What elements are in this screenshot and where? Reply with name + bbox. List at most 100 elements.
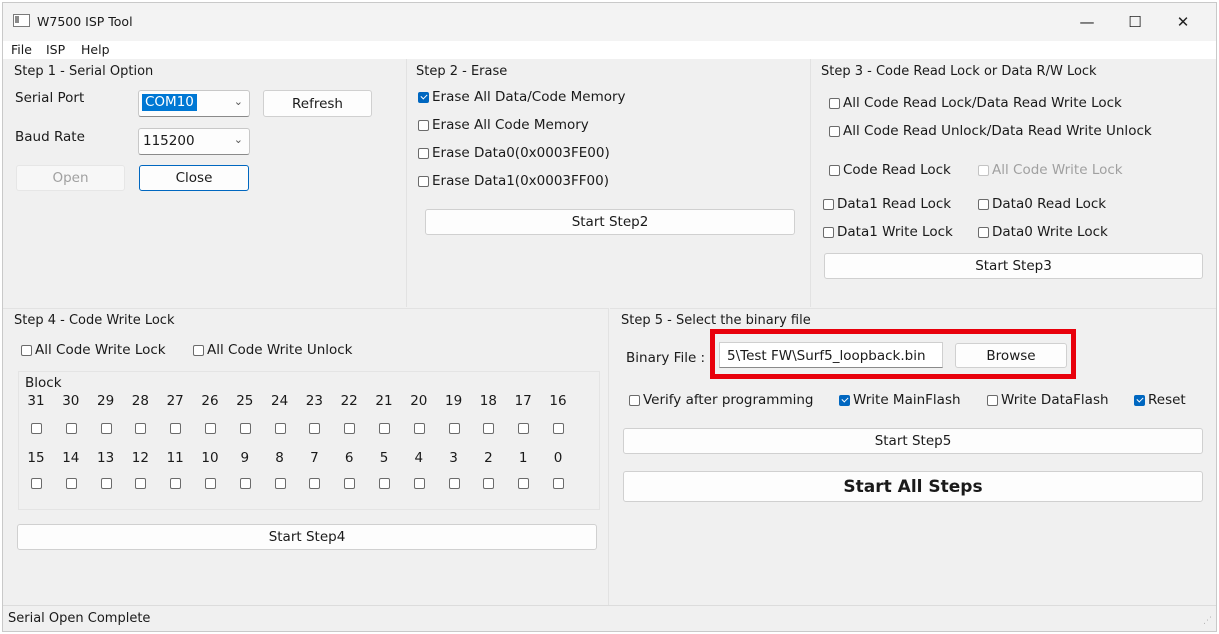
block-checkbox-14[interactable] — [65, 478, 77, 489]
data0-read-lock-checkbox[interactable]: Data0 Read Lock — [978, 196, 1106, 212]
data1-write-lock-checkbox[interactable]: Data1 Write Lock — [823, 224, 953, 240]
block-number-16: 16 — [549, 393, 567, 409]
title-bar: W7500 ISP Tool — ☐ ✕ — [3, 3, 1216, 41]
block-checkbox-11[interactable] — [170, 478, 182, 489]
close-window-button[interactable]: ✕ — [1160, 3, 1206, 41]
serial-port-select[interactable]: COM10 ⌄ — [138, 90, 250, 117]
verify-after-programming-checkbox[interactable]: Verify after programming — [629, 392, 813, 408]
code-read-lock-checkbox[interactable]: Code Read Lock — [829, 162, 951, 178]
block-number-22: 22 — [340, 393, 358, 409]
close-button[interactable]: Close — [139, 165, 249, 191]
checkbox-checked-icon — [1134, 394, 1145, 406]
block-checkbox-16[interactable] — [553, 423, 564, 434]
maximize-button[interactable]: ☐ — [1112, 3, 1158, 41]
all-code-write-unlock-checkbox[interactable]: All Code Write Unlock — [193, 342, 353, 358]
checkbox-label: Data1 Read Lock — [837, 196, 952, 212]
block-checkbox-19[interactable] — [448, 423, 460, 434]
block-number-3: 3 — [449, 450, 458, 466]
start-step3-button[interactable]: Start Step3 — [824, 253, 1203, 279]
erase-data1-checkbox[interactable]: Erase Data1(0x0003FF00) — [418, 173, 609, 189]
block-checkbox-28[interactable] — [135, 423, 147, 434]
step4-title: Step 4 - Code Write Lock — [14, 313, 175, 328]
all-read-unlock-checkbox[interactable]: All Code Read Unlock/Data Read Write Unl… — [829, 123, 1152, 139]
block-checkbox-30[interactable] — [65, 423, 77, 434]
block-number-5: 5 — [379, 450, 389, 466]
block-checkbox-15[interactable] — [31, 478, 42, 489]
block-checkbox-20[interactable] — [413, 423, 425, 434]
block-number-21: 21 — [375, 393, 393, 409]
block-checkbox-1[interactable] — [518, 478, 530, 489]
block-checkbox-29[interactable] — [100, 423, 112, 434]
block-checkbox-13[interactable] — [100, 478, 112, 489]
checkbox-label: Reset — [1148, 392, 1186, 408]
block-checkbox-3[interactable] — [448, 478, 460, 489]
reset-checkbox[interactable]: Reset — [1134, 392, 1186, 408]
checkbox-icon — [823, 226, 834, 238]
erase-all-data-code-checkbox[interactable]: Erase All Data/Code Memory — [418, 89, 626, 105]
write-mainflash-checkbox[interactable]: Write MainFlash — [839, 392, 961, 408]
block-number-27: 27 — [166, 393, 184, 409]
start-step4-button[interactable]: Start Step4 — [17, 524, 597, 550]
checkbox-label: All Code Read Unlock/Data Read Write Unl… — [843, 123, 1152, 139]
block-checkbox-4[interactable] — [413, 478, 425, 489]
all-read-lock-checkbox[interactable]: All Code Read Lock/Data Read Write Lock — [829, 95, 1122, 111]
block-checkbox-18[interactable] — [483, 423, 495, 434]
window-title: W7500 ISP Tool — [37, 14, 133, 29]
checkbox-icon — [829, 125, 840, 137]
block-number-9: 9 — [240, 450, 250, 466]
write-dataflash-checkbox[interactable]: Write DataFlash — [987, 392, 1109, 408]
block-checkbox-2[interactable] — [483, 478, 495, 489]
block-checkbox-22[interactable] — [344, 423, 356, 434]
step2-panel: Step 2 - Erase Erase All Data/Code Memor… — [408, 59, 811, 307]
app-icon — [13, 14, 30, 27]
data1-read-lock-checkbox[interactable]: Data1 Read Lock — [823, 196, 951, 212]
browse-button[interactable]: Browse — [955, 343, 1067, 368]
refresh-button[interactable]: Refresh — [263, 90, 372, 117]
checkbox-icon — [978, 198, 989, 210]
block-checkbox-31[interactable] — [31, 423, 42, 434]
checkbox-icon — [418, 119, 429, 131]
checkbox-icon — [829, 164, 840, 176]
checkbox-label: Data1 Write Lock — [837, 224, 953, 240]
block-number-2: 2 — [484, 450, 493, 466]
all-code-write-lock-checkbox[interactable]: All Code Write Lock — [21, 342, 166, 358]
block-checkbox-17[interactable] — [518, 423, 530, 434]
block-number-10: 10 — [201, 450, 219, 466]
block-checkbox-23[interactable] — [309, 423, 321, 434]
block-checkbox-5[interactable] — [379, 478, 390, 489]
open-button[interactable]: Open — [16, 165, 125, 191]
serial-port-value: COM10 — [142, 94, 197, 111]
baud-rate-select[interactable]: 115200 ⌄ — [138, 128, 250, 155]
step3-panel: Step 3 - Code Read Lock or Data R/W Lock… — [812, 59, 1216, 307]
block-checkbox-27[interactable] — [170, 423, 182, 434]
erase-data0-checkbox[interactable]: Erase Data0(0x0003FE00) — [418, 145, 610, 161]
menu-help[interactable]: Help — [81, 42, 110, 57]
chevron-down-icon: ⌄ — [233, 95, 243, 108]
block-checkbox-8[interactable] — [274, 478, 286, 489]
binary-file-input[interactable]: 5\Test FW\Surf5_loopback.bin — [719, 342, 943, 368]
block-checkbox-24[interactable] — [274, 423, 286, 434]
checkbox-label: Write MainFlash — [853, 392, 961, 408]
start-all-steps-button[interactable]: Start All Steps — [623, 471, 1203, 502]
block-group: Block 31 30 29 28 27 26 25 24 23 22 21 20 19 18 17 16 1… — [18, 371, 600, 510]
block-checkbox-0[interactable] — [553, 478, 564, 489]
block-checkbox-12[interactable] — [135, 478, 147, 489]
block-checkbox-21[interactable] — [379, 423, 390, 434]
block-checkbox-10[interactable] — [205, 478, 216, 489]
checkbox-label: Data0 Read Lock — [992, 196, 1107, 212]
block-number-7: 7 — [310, 450, 319, 466]
data0-write-lock-checkbox[interactable]: Data0 Write Lock — [978, 224, 1108, 240]
menu-isp[interactable]: ISP — [46, 42, 65, 57]
status-bar: Serial Open Complete ⋰ — [3, 605, 1216, 631]
minimize-button[interactable]: — — [1064, 3, 1110, 41]
block-checkbox-9[interactable] — [239, 478, 251, 489]
block-checkbox-26[interactable] — [205, 423, 216, 434]
start-step5-button[interactable]: Start Step5 — [623, 428, 1203, 454]
block-checkbox-25[interactable] — [239, 423, 251, 434]
block-checkbox-7[interactable] — [309, 478, 321, 489]
block-checkbox-6[interactable] — [344, 478, 356, 489]
checkbox-label: All Code Read Lock/Data Read Write Lock — [843, 95, 1122, 111]
menu-file[interactable]: File — [11, 42, 32, 57]
start-step2-button[interactable]: Start Step2 — [425, 209, 795, 235]
erase-all-code-checkbox[interactable]: Erase All Code Memory — [418, 117, 589, 133]
